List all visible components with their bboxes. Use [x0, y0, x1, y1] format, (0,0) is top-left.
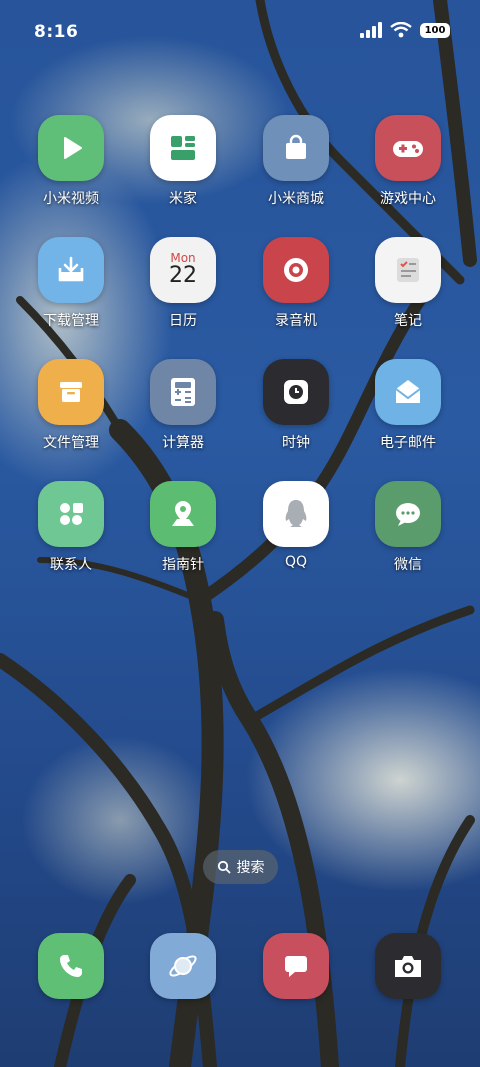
app-label: 小米商城 — [268, 191, 324, 207]
dock-camera[interactable] — [358, 933, 458, 999]
record-icon — [263, 237, 329, 303]
app-label: 录音机 — [275, 313, 317, 329]
app-label: 计算器 — [162, 435, 204, 451]
contacts-icon — [38, 481, 104, 547]
dock-messages[interactable] — [246, 933, 346, 999]
app-clock[interactable]: 时钟 — [246, 359, 346, 452]
app-label: 指南针 — [162, 557, 204, 573]
app-label: 米家 — [169, 191, 197, 207]
search-label: 搜索 — [236, 860, 265, 876]
shopping-bag-icon — [263, 115, 329, 181]
app-recorder[interactable]: 录音机 — [246, 237, 346, 330]
app-notes[interactable]: 笔记 — [358, 237, 458, 330]
search-icon — [217, 860, 230, 874]
archive-box-icon — [38, 359, 104, 425]
app-label: 电子邮件 — [380, 435, 436, 451]
app-label: 联系人 — [50, 557, 92, 573]
app-label: QQ — [284, 554, 308, 570]
status-time: 8:16 — [34, 22, 79, 42]
app-downloads[interactable]: 下载管理 — [21, 237, 121, 330]
app-label: 笔记 — [394, 313, 422, 329]
envelope-icon — [375, 359, 441, 425]
app-qq[interactable]: QQ — [246, 481, 346, 570]
layout-icon — [150, 115, 216, 181]
map-pin-icon — [150, 481, 216, 547]
message-icon — [263, 933, 329, 999]
app-label: 下载管理 — [43, 313, 99, 329]
calculator-icon — [150, 359, 216, 425]
app-wechat[interactable]: 微信 — [358, 481, 458, 574]
checklist-icon — [375, 237, 441, 303]
app-mi-home[interactable]: 米家 — [133, 115, 233, 208]
app-mi-video[interactable]: 小米视频 — [21, 115, 121, 208]
search-button[interactable]: 搜索 — [203, 850, 278, 884]
dock-browser[interactable] — [133, 933, 233, 999]
calendar-day: 22 — [169, 263, 197, 288]
app-label: 游戏中心 — [380, 191, 436, 207]
camera-icon — [375, 933, 441, 999]
status-bar: 8:16 100 — [0, 0, 480, 64]
penguin-icon — [263, 481, 329, 547]
app-game-center[interactable]: 游戏中心 — [358, 115, 458, 208]
app-email[interactable]: 电子邮件 — [358, 359, 458, 452]
app-label: 文件管理 — [43, 435, 99, 451]
app-label: 日历 — [169, 313, 197, 329]
app-label: 微信 — [394, 557, 422, 573]
app-compass[interactable]: 指南针 — [133, 481, 233, 574]
planet-icon — [150, 933, 216, 999]
app-label: 小米视频 — [43, 191, 99, 207]
wifi-icon — [390, 22, 412, 38]
battery-indicator: 100 — [420, 22, 450, 38]
play-icon — [38, 115, 104, 181]
app-contacts[interactable]: 联系人 — [21, 481, 121, 574]
phone-icon — [38, 933, 104, 999]
app-file-manager[interactable]: 文件管理 — [21, 359, 121, 452]
download-icon — [38, 237, 104, 303]
dock-phone[interactable] — [21, 933, 121, 999]
app-calculator[interactable]: 计算器 — [133, 359, 233, 452]
signal-icon — [360, 22, 382, 38]
chat-bubble-icon — [375, 481, 441, 547]
app-label: 时钟 — [282, 435, 310, 451]
clock-icon — [263, 359, 329, 425]
app-mi-store[interactable]: 小米商城 — [246, 115, 346, 208]
app-calendar[interactable]: Mon 22 日历 — [133, 237, 233, 330]
calendar-icon: Mon 22 — [150, 237, 216, 303]
gamepad-icon — [375, 115, 441, 181]
